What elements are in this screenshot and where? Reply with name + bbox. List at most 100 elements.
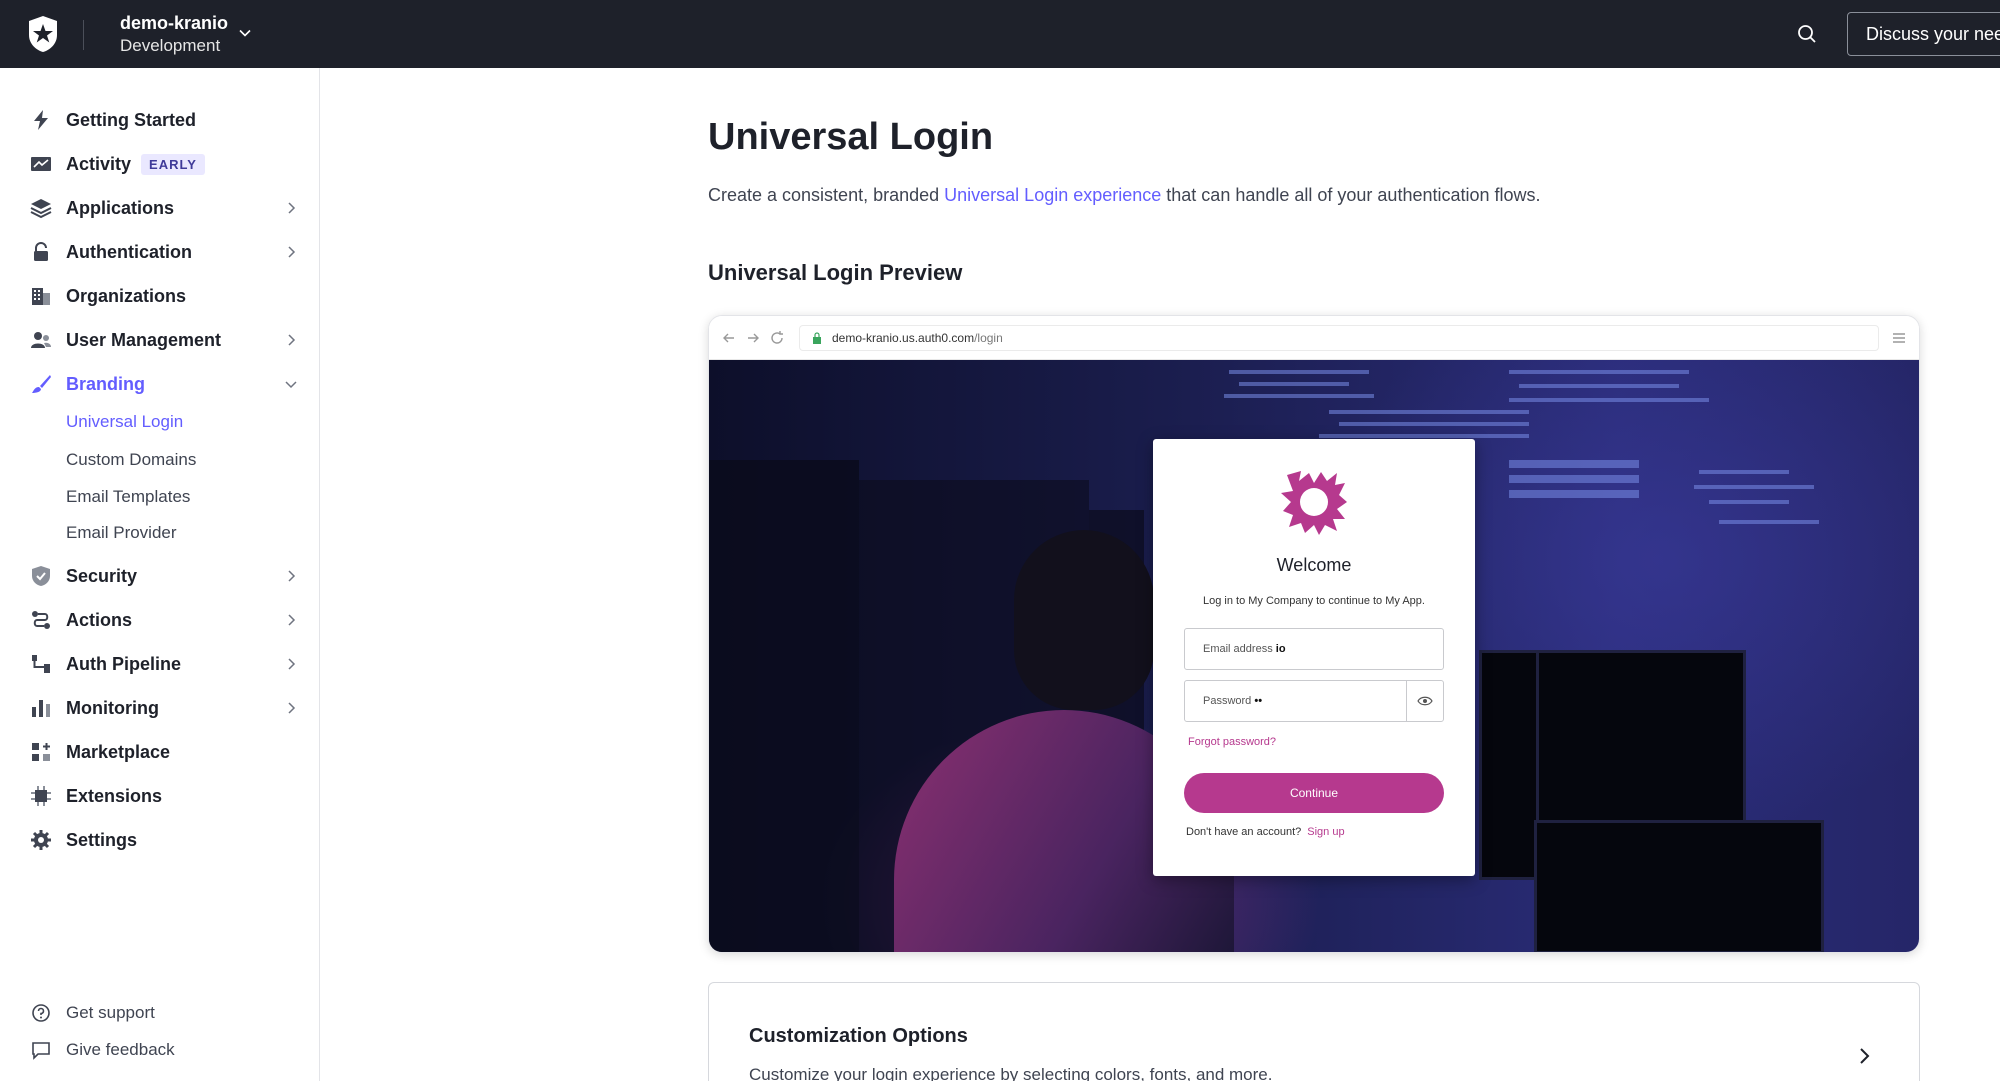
code-line [1319, 434, 1529, 438]
code-line [1339, 422, 1529, 426]
sidebar-subitem-custom-domains[interactable]: Custom Domains [66, 450, 196, 470]
refresh-icon [771, 331, 783, 344]
chevron-right-icon [288, 614, 296, 626]
password-field[interactable]: Password •• [1184, 680, 1444, 722]
sidebar-item-monitoring[interactable]: Monitoring [28, 690, 298, 726]
code-line [1509, 475, 1639, 483]
sidebar-item-branding[interactable]: Branding [28, 366, 298, 402]
shield-icon [28, 563, 54, 589]
page-description-post: that can handle all of your authenticati… [1161, 185, 1541, 205]
url-bar: demo-kranio.us.auth0.com/login [799, 325, 1879, 351]
sidebar-item-extensions[interactable]: Extensions [28, 778, 298, 814]
universal-login-experience-link[interactable]: Universal Login experience [944, 185, 1161, 205]
sidebar-item-activity[interactable]: Activity EARLY [28, 146, 298, 182]
code-line [1709, 500, 1789, 504]
sidebar-item-actions[interactable]: Actions [28, 602, 298, 638]
sidebar-item-label: Getting Started [66, 109, 197, 130]
topbar-divider [83, 20, 84, 50]
code-line [1509, 460, 1639, 468]
tenant-environment: Development [120, 36, 221, 55]
building-icon [28, 283, 54, 309]
code-line [1329, 410, 1529, 414]
sidebar-item-applications[interactable]: Applications [28, 190, 298, 226]
url-path: /login [974, 331, 1003, 345]
sidebar-item-label: Monitoring [66, 697, 159, 718]
sidebar-subitem-universal-login[interactable]: Universal Login [66, 412, 183, 432]
message-square-icon [30, 1039, 52, 1061]
top-bar: demo-kranio Development Discuss your nee… [0, 0, 2000, 68]
get-support-label: Get support [66, 1003, 155, 1022]
customization-options-card[interactable]: Customization Options Customize your log… [708, 982, 1920, 1081]
tenant-switcher[interactable]: demo-kranio Development [120, 12, 228, 58]
sidebar-item-label: User Management [66, 329, 222, 350]
sidebar: Getting Started Activity EARLY Applicati… [0, 68, 320, 1081]
login-preview: demo-kranio.us.auth0.com/login Welcome L… [708, 315, 1920, 953]
customization-options-description: Customize your login experience by selec… [749, 1065, 1273, 1081]
get-support-link[interactable]: Get support [30, 1002, 155, 1024]
bar-chart-icon [28, 695, 54, 721]
chip-icon [28, 783, 54, 809]
lock-icon [813, 332, 821, 344]
give-feedback-link[interactable]: Give feedback [30, 1039, 175, 1061]
pipeline-icon [28, 651, 54, 677]
sidebar-subitem-email-provider[interactable]: Email Provider [66, 523, 177, 543]
sidebar-item-label: Settings [66, 829, 138, 850]
chevron-down-icon [285, 381, 297, 389]
sidebar-item-security[interactable]: Security [28, 558, 298, 594]
sidebar-item-label: Applications [66, 197, 175, 218]
code-line [1519, 384, 1679, 388]
chevron-right-icon [1860, 1048, 1870, 1064]
no-account-text: Don't have an account? [1186, 826, 1302, 838]
chevron-right-icon [288, 334, 296, 346]
sidebar-item-label: Actions [66, 609, 133, 630]
show-password-toggle[interactable] [1406, 681, 1443, 721]
back-arrow-icon [723, 333, 734, 343]
sidebar-item-label: Organizations [66, 285, 187, 306]
code-line [1229, 370, 1369, 374]
help-circle-icon [30, 1002, 52, 1024]
lock-icon [28, 239, 54, 265]
sidebar-item-label: Auth Pipeline [66, 653, 182, 674]
sidebar-item-label: Extensions [66, 785, 163, 806]
email-field-value: io [1275, 643, 1286, 655]
chevron-down-icon[interactable] [238, 26, 252, 40]
tenant-name: demo-kranio [120, 13, 229, 33]
background-monitor [1534, 820, 1824, 952]
eye-icon [1417, 696, 1433, 706]
gear-icon [28, 827, 54, 853]
preview-section-title: Universal Login Preview [708, 260, 963, 285]
code-line [1509, 398, 1709, 402]
give-feedback-label: Give feedback [66, 1040, 175, 1059]
auth0-logo-icon[interactable] [26, 15, 60, 53]
users-icon [28, 327, 54, 353]
brand-logo-icon [1281, 471, 1347, 535]
sidebar-item-marketplace[interactable]: Marketplace [28, 734, 298, 770]
discuss-needs-button[interactable]: Discuss your needs [1847, 12, 2000, 56]
search-icon[interactable] [1795, 22, 1819, 46]
welcome-subtitle: Log in to My Company to continue to My A… [1203, 595, 1425, 607]
sidebar-item-settings[interactable]: Settings [28, 822, 298, 858]
layers-icon [28, 195, 54, 221]
continue-button[interactable]: Continue [1184, 773, 1444, 813]
sidebar-subitem-email-templates[interactable]: Email Templates [66, 487, 190, 507]
forgot-password-link[interactable]: Forgot password? [1188, 736, 1276, 748]
sidebar-item-user-management[interactable]: User Management [28, 322, 298, 358]
email-field[interactable]: Email address io [1184, 628, 1444, 670]
sidebar-item-auth-pipeline[interactable]: Auth Pipeline [28, 646, 298, 682]
sidebar-item-label: Authentication [66, 241, 192, 262]
sidebar-item-label: Security [66, 565, 138, 586]
code-line [1694, 485, 1814, 489]
code-line [1699, 470, 1789, 474]
sidebar-item-getting-started[interactable]: Getting Started [28, 102, 298, 138]
password-field-label: Password [1203, 695, 1252, 707]
code-line [1719, 520, 1819, 524]
signup-link[interactable]: Sign up [1307, 826, 1344, 838]
sidebar-item-authentication[interactable]: Authentication [28, 234, 298, 270]
page-description: Create a consistent, branded Universal L… [708, 185, 1541, 206]
person-silhouette-head [1014, 530, 1154, 710]
sidebar-item-organizations[interactable]: Organizations [28, 278, 298, 314]
sidebar-item-label: Activity [66, 153, 132, 174]
chevron-right-icon [288, 570, 296, 582]
preview-background-image: Welcome Log in to My Company to continue… [709, 360, 1919, 952]
password-field-value: •• [1254, 695, 1263, 707]
